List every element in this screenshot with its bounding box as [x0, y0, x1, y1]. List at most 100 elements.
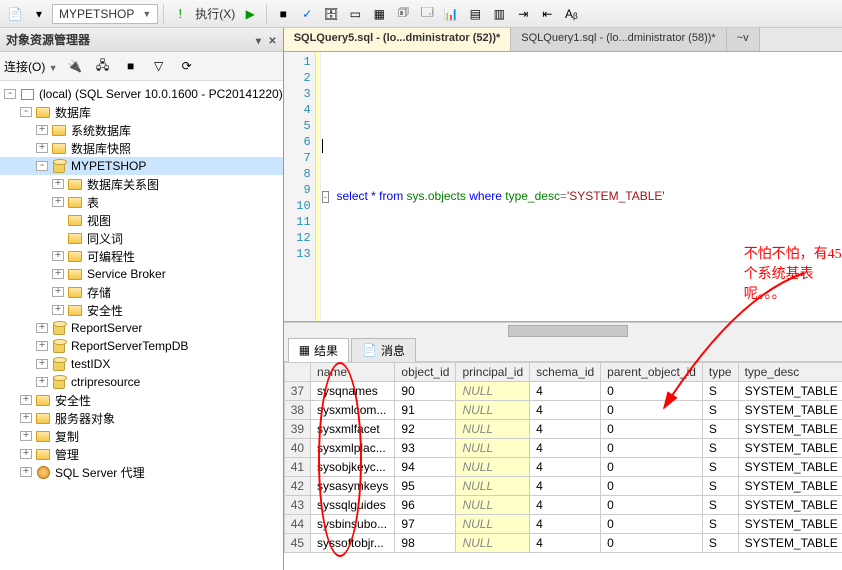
programmability-node[interactable]: +可编程性 — [0, 247, 283, 265]
table-row[interactable]: 44sysbinsubo...97NULL40SSYSTEM_TABLE — [284, 515, 842, 534]
results-grid[interactable]: nameobject_idprincipal_idschema_idparent… — [284, 362, 842, 553]
connect-button[interactable]: 连接(O) ▼ — [4, 58, 58, 75]
close-icon[interactable]: ✕ — [268, 36, 276, 47]
object-tree[interactable]: -(local) (SQL Server 10.0.1600 - PC20141… — [0, 81, 283, 570]
table-row[interactable]: 43syssqlguides96NULL40SSYSTEM_TABLE — [284, 496, 842, 515]
table-cell[interactable]: 95 — [395, 477, 456, 496]
table-cell[interactable]: 0 — [601, 439, 703, 458]
db-security-node[interactable]: +安全性 — [0, 301, 283, 319]
results-file-icon[interactable]: 📊 — [440, 3, 462, 25]
table-cell[interactable]: 4 — [530, 382, 601, 401]
table-cell[interactable]: SYSTEM_TABLE — [738, 420, 842, 439]
grid-header[interactable] — [284, 363, 310, 382]
management-node[interactable]: +管理 — [0, 445, 283, 463]
execute-button[interactable]: 执行(X) — [193, 5, 237, 22]
table-cell[interactable]: SYSTEM_TABLE — [738, 496, 842, 515]
editor-hscrollbar[interactable] — [284, 322, 842, 338]
new-query-icon[interactable]: 📄 — [4, 3, 26, 25]
window-icon[interactable]: ▭ — [344, 3, 366, 25]
table-cell[interactable]: sysxmlcom... — [311, 401, 395, 420]
table-cell[interactable]: 90 — [395, 382, 456, 401]
table-cell[interactable]: 92 — [395, 420, 456, 439]
replication-node[interactable]: +复制 — [0, 427, 283, 445]
table-row[interactable]: 42sysasymkeys95NULL40SSYSTEM_TABLE — [284, 477, 842, 496]
table-cell[interactable]: 0 — [601, 534, 703, 553]
table-cell[interactable]: NULL — [456, 534, 530, 553]
table-cell[interactable]: syssoftobjr... — [311, 534, 395, 553]
grid-header[interactable]: parent_object_id — [601, 363, 703, 382]
table-cell[interactable]: 40 — [284, 439, 310, 458]
table-cell[interactable]: 44 — [284, 515, 310, 534]
table-cell[interactable]: 97 — [395, 515, 456, 534]
table-cell[interactable]: SYSTEM_TABLE — [738, 401, 842, 420]
grid-icon[interactable]: ▦ — [368, 3, 390, 25]
table-cell[interactable]: S — [702, 458, 738, 477]
outdent-icon[interactable]: ⇤ — [536, 3, 558, 25]
synonyms-node[interactable]: 同义词 — [0, 229, 283, 247]
table-cell[interactable]: 0 — [601, 382, 703, 401]
table-cell[interactable]: 4 — [530, 496, 601, 515]
debug-stop-icon[interactable]: ■ — [272, 3, 294, 25]
table-cell[interactable]: 4 — [530, 458, 601, 477]
table-cell[interactable]: S — [702, 477, 738, 496]
mypetshop-db-node[interactable]: -MYPETSHOP — [0, 157, 283, 175]
table-cell[interactable]: NULL — [456, 420, 530, 439]
table-cell[interactable]: sysasymkeys — [311, 477, 395, 496]
table-cell[interactable]: S — [702, 515, 738, 534]
pin-icon[interactable]: ▾ — [256, 36, 261, 47]
tab-sqlquery1[interactable]: SQLQuery1.sql - (lo...dministrator (58))… — [511, 28, 726, 51]
table-row[interactable]: 40sysxmlplac...93NULL40SSYSTEM_TABLE — [284, 439, 842, 458]
table-cell[interactable]: 0 — [601, 515, 703, 534]
tables-node[interactable]: +表 — [0, 193, 283, 211]
table-cell[interactable]: sysqnames — [311, 382, 395, 401]
table-cell[interactable]: 0 — [601, 458, 703, 477]
table-cell[interactable]: 0 — [601, 401, 703, 420]
table-row[interactable]: 38sysxmlcom...91NULL40SSYSTEM_TABLE — [284, 401, 842, 420]
table-cell[interactable]: S — [702, 420, 738, 439]
table-cell[interactable]: sysxmlplac... — [311, 439, 395, 458]
service-broker-node[interactable]: +Service Broker — [0, 265, 283, 283]
play-icon[interactable]: ▶ — [239, 3, 261, 25]
table-cell[interactable]: 4 — [530, 515, 601, 534]
table-cell[interactable]: SYSTEM_TABLE — [738, 439, 842, 458]
comment-icon[interactable]: ▤ — [464, 3, 486, 25]
table-cell[interactable]: NULL — [456, 382, 530, 401]
table-cell[interactable]: S — [702, 534, 738, 553]
table-cell[interactable]: 4 — [530, 420, 601, 439]
db-diagrams-node[interactable]: +数据库关系图 — [0, 175, 283, 193]
table-cell[interactable]: sysobjkeyc... — [311, 458, 395, 477]
table-cell[interactable]: 96 — [395, 496, 456, 515]
sql-editor[interactable]: 12345678910111213 - select * from sys.ob… — [284, 52, 842, 322]
refresh-icon[interactable]: ⟳ — [176, 55, 198, 77]
grid-header[interactable]: type — [702, 363, 738, 382]
table-cell[interactable]: 45 — [284, 534, 310, 553]
sql-agent-node[interactable]: +SQL Server 代理 — [0, 463, 283, 481]
indent-icon[interactable]: ⇥ — [512, 3, 534, 25]
code-area[interactable]: - select * from sys.objects where type_d… — [316, 52, 842, 321]
server-node[interactable]: -(local) (SQL Server 10.0.1600 - PC20141… — [0, 85, 283, 103]
table-cell[interactable]: SYSTEM_TABLE — [738, 382, 842, 401]
messages-tab[interactable]: 📄消息 — [351, 338, 416, 362]
filter-icon[interactable]: ▽ — [148, 55, 170, 77]
views-node[interactable]: 视图 — [0, 211, 283, 229]
results-grid-icon[interactable]: 🗔 — [416, 3, 438, 25]
tab-overflow[interactable]: ~v — [727, 28, 760, 51]
stop-icon[interactable]: ■ — [120, 55, 142, 77]
table-cell[interactable]: 39 — [284, 420, 310, 439]
results-tab[interactable]: ▦结果 — [288, 338, 349, 362]
table-cell[interactable]: SYSTEM_TABLE — [738, 515, 842, 534]
table-cell[interactable]: 4 — [530, 401, 601, 420]
table-cell[interactable]: 93 — [395, 439, 456, 458]
table-cell[interactable]: 41 — [284, 458, 310, 477]
reportservertempdb-node[interactable]: +ReportServerTempDB — [0, 337, 283, 355]
table-cell[interactable]: 42 — [284, 477, 310, 496]
table-cell[interactable]: NULL — [456, 477, 530, 496]
table-cell[interactable]: sysxmlfacet — [311, 420, 395, 439]
table-cell[interactable]: 98 — [395, 534, 456, 553]
table-cell[interactable]: S — [702, 439, 738, 458]
table-cell[interactable]: NULL — [456, 496, 530, 515]
table-row[interactable]: 37sysqnames90NULL40SSYSTEM_TABLE — [284, 382, 842, 401]
table-cell[interactable]: NULL — [456, 458, 530, 477]
grid-header[interactable]: name — [311, 363, 395, 382]
connect-icon[interactable]: 🔌 — [64, 55, 86, 77]
